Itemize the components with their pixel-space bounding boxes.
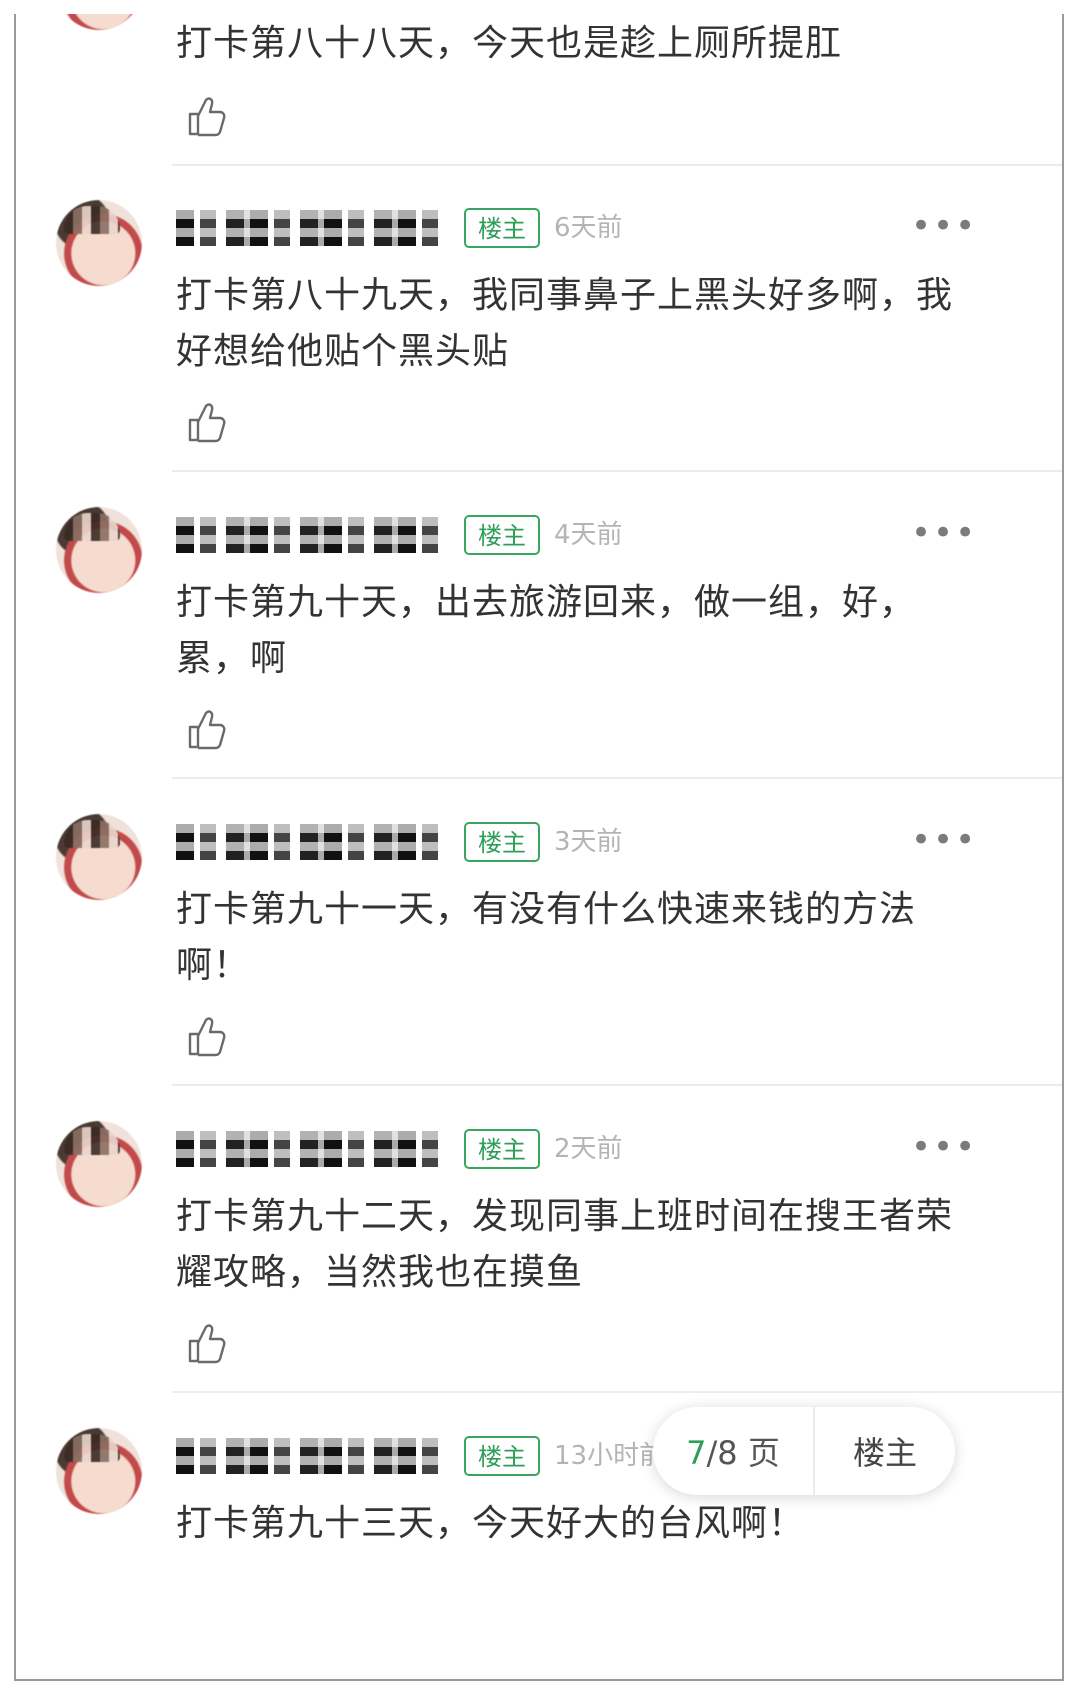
owner-only-button[interactable]: 楼主	[815, 1428, 955, 1474]
thumbs-up-icon[interactable]	[186, 94, 226, 138]
post-time: 13小时前	[554, 1441, 666, 1471]
current-page: 7	[686, 1434, 707, 1472]
thumbs-up-icon[interactable]	[186, 1014, 226, 1058]
page-switcher: 7/8 页 楼主	[653, 1407, 955, 1495]
more-dots-icon[interactable]: •••	[911, 206, 977, 246]
username-blurred[interactable]	[176, 210, 446, 246]
more-dots-icon[interactable]: •••	[911, 1127, 977, 1167]
more-dots-icon[interactable]: •••	[911, 513, 977, 553]
owner-badge: 楼主	[464, 822, 540, 862]
username-blurred[interactable]	[176, 1131, 446, 1167]
avatar[interactable]	[56, 200, 142, 286]
owner-badge: 楼主	[464, 515, 540, 555]
post-text: 打卡第九十天，出去旅游回来，做一组，好，累，啊	[176, 582, 917, 679]
username-blurred[interactable]	[176, 824, 446, 860]
post-text: 打卡第八十八天，今天也是趁上厕所提肛	[176, 23, 843, 64]
thumbs-up-icon[interactable]	[186, 1321, 226, 1365]
more-dots-icon[interactable]: •••	[911, 820, 977, 860]
avatar[interactable]	[56, 1428, 142, 1514]
post-time: 6天前	[554, 213, 623, 243]
owner-badge: 楼主	[464, 1129, 540, 1169]
avatar[interactable]	[56, 1121, 142, 1207]
owner-badge: 楼主	[464, 1436, 540, 1476]
post-text: 打卡第九十三天，今天好大的台风啊！	[176, 1503, 806, 1544]
divider	[172, 777, 1062, 779]
avatar[interactable]	[56, 814, 142, 900]
post-text: 打卡第八十九天，我同事鼻子上黑头好多啊，我好想给他贴个黑头贴	[176, 275, 954, 372]
avatar[interactable]	[56, 14, 142, 30]
divider	[172, 164, 1062, 166]
owner-badge: 楼主	[464, 208, 540, 248]
divider	[172, 1391, 1062, 1393]
thumbs-up-icon[interactable]	[186, 400, 226, 444]
post-time: 4天前	[554, 520, 623, 550]
post-text: 打卡第九十二天，发现同事上班时间在搜王者荣耀攻略，当然我也在摸鱼	[176, 1196, 954, 1293]
post-time: 3天前	[554, 827, 623, 857]
page-indicator-button[interactable]: 7/8 页	[653, 1428, 813, 1474]
divider	[172, 470, 1062, 472]
post-time: 2天前	[554, 1134, 623, 1164]
post-text: 打卡第九十一天，有没有什么快速来钱的方法啊！	[176, 889, 917, 986]
divider	[172, 1084, 1062, 1086]
username-blurred[interactable]	[176, 517, 446, 553]
username-blurred[interactable]	[176, 1438, 446, 1474]
total-pages: /8 页	[706, 1434, 780, 1472]
thumbs-up-icon[interactable]	[186, 707, 226, 751]
avatar[interactable]	[56, 507, 142, 593]
